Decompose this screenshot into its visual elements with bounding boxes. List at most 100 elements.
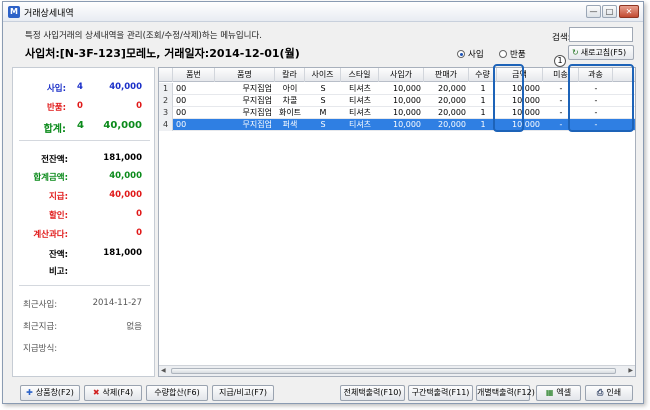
summary-count: 4: [77, 120, 84, 131]
cell-sale-price[interactable]: 20,000: [424, 83, 469, 95]
table-row[interactable]: 3 00 무지집업 화이트 M 티셔츠 10,000 20,000 1 10,000- -: [159, 107, 635, 119]
product-window-button[interactable]: ✚ 상품창(F2): [20, 385, 80, 401]
recent-label: 최근지급:: [23, 322, 58, 332]
summary-label: 사입:: [46, 84, 66, 94]
cell-purchase-price[interactable]: 10,000: [379, 119, 424, 131]
scroll-right-icon[interactable]: ▶: [628, 367, 633, 374]
search-label: 검색:: [552, 33, 571, 43]
divider: [19, 140, 150, 141]
refresh-button[interactable]: ↻ 새로고침(F5): [568, 45, 634, 60]
header-row-number[interactable]: [159, 68, 173, 82]
cell-purchase-price[interactable]: 10,000: [379, 83, 424, 95]
cell-purchase-price[interactable]: 10,000: [379, 107, 424, 119]
scroll-left-icon[interactable]: ◀: [161, 367, 166, 374]
title-bar[interactable]: M 거래상세내역 — □ ✕: [3, 2, 643, 22]
header-purchase-price[interactable]: 사입가: [379, 68, 424, 82]
cell-item-name[interactable]: 무지집업: [215, 119, 275, 131]
header-color[interactable]: 칼라: [275, 68, 305, 82]
radio-purchase[interactable]: 사입: [457, 48, 484, 60]
cell-item-code[interactable]: 00: [173, 119, 215, 131]
cell-size[interactable]: S: [305, 119, 341, 131]
qty-column-highlight: [493, 64, 524, 132]
search-input[interactable]: [569, 27, 633, 42]
cell-item-name[interactable]: 무지집업: [215, 83, 275, 95]
summary-amount: 40,000: [103, 120, 142, 131]
cell-color[interactable]: 퍼색: [275, 119, 305, 131]
cell-sale-price[interactable]: 20,000: [424, 107, 469, 119]
printer-icon: ⎙: [596, 388, 604, 397]
cell-item-name[interactable]: 무지집업: [215, 107, 275, 119]
cell-color[interactable]: 아이: [275, 83, 305, 95]
header-style[interactable]: 스타일: [341, 68, 379, 82]
dialog-window: M 거래상세내역 — □ ✕ 특정 사입거래의 상세내역을 관리(조회/수정/삭…: [2, 1, 644, 404]
summary-label: 합계:: [43, 124, 66, 135]
header-item-code[interactable]: 품번: [173, 68, 215, 82]
header-size[interactable]: 사이즈: [305, 68, 341, 82]
print-each-tags-button[interactable]: 개별택출력(F12): [476, 385, 535, 401]
table-row[interactable]: 2 00 무지집업 차콜 S 티셔츠 10,000 20,000 1 10,000- -: [159, 95, 635, 107]
cell-item-code[interactable]: 00: [173, 95, 215, 107]
balance-label: 합계금액:: [33, 173, 68, 183]
delete-icon: ✖: [92, 388, 100, 397]
balance-label: 지급:: [48, 192, 68, 202]
header-item-name[interactable]: 품명: [215, 68, 275, 82]
delete-button[interactable]: ✖ 삭제(F4): [84, 385, 142, 401]
table-row[interactable]: 1 00 무지집업 아이 S 티셔츠 10,000 20,000 1 10,000- -: [159, 83, 635, 95]
recent-label: 최근사입:: [23, 300, 58, 310]
horizontal-scrollbar[interactable]: ◀ ▶: [159, 365, 635, 376]
cell-size[interactable]: S: [305, 83, 341, 95]
plus-icon: ✚: [26, 388, 33, 397]
cell-sale-price[interactable]: 20,000: [424, 119, 469, 131]
header-sale-price[interactable]: 판매가: [424, 68, 469, 82]
maximize-button[interactable]: □: [602, 5, 617, 18]
print-all-tags-button[interactable]: 전체택출력(F10): [340, 385, 405, 401]
vendor-date-header: 사입처:[N-3F-123]모레노, 거래일자:2014-12-01(월): [25, 47, 300, 60]
radio-dot-on: [457, 50, 465, 58]
radio-return[interactable]: 반품: [499, 48, 526, 60]
balance-label: 계산과다:: [33, 230, 68, 240]
recent-label: 지급방식:: [23, 344, 58, 354]
cell-item-code[interactable]: 00: [173, 107, 215, 119]
scroll-thumb[interactable]: [171, 368, 616, 374]
cell-style[interactable]: 티셔츠: [341, 95, 379, 107]
print-range-tags-button[interactable]: 구간택출력(F11): [408, 385, 473, 401]
summary-amount: 40,000: [109, 82, 142, 92]
balance-label: 잔액:: [48, 250, 68, 260]
cell-row-number[interactable]: 2: [159, 95, 173, 107]
cell-style[interactable]: 티셔츠: [341, 119, 379, 131]
excel-button[interactable]: ▦ 엑셀: [536, 385, 581, 401]
cell-sale-price[interactable]: 20,000: [424, 95, 469, 107]
cell-style[interactable]: 티셔츠: [341, 83, 379, 95]
radio-label: 반품: [510, 50, 526, 60]
detail-grid[interactable]: 품번 품명 칼라 사이즈 스타일 사입가 판매가 수량 금액 미송 과송 1 00 무지집업 아이 S 티셔츠…: [158, 67, 636, 377]
cell-style[interactable]: 티셔츠: [341, 107, 379, 119]
minimize-button[interactable]: —: [586, 5, 601, 18]
cell-row-number[interactable]: 3: [159, 107, 173, 119]
grid-header: 품번 품명 칼라 사이즈 스타일 사입가 판매가 수량 금액 미송 과송: [159, 68, 635, 82]
close-button[interactable]: ✕: [619, 5, 639, 18]
qty-sum-button[interactable]: 수량합산(F6): [146, 385, 208, 401]
cell-color[interactable]: 화이트: [275, 107, 305, 119]
summary-label: 반품:: [46, 103, 66, 113]
payment-memo-button[interactable]: 지급/비고(F7): [212, 385, 274, 401]
cell-color[interactable]: 차콜: [275, 95, 305, 107]
button-label: 엑셀: [556, 388, 572, 397]
balance-label: 할인:: [48, 211, 68, 221]
cell-row-number[interactable]: 1: [159, 83, 173, 95]
callout-badge: 1: [554, 55, 566, 67]
cell-purchase-price[interactable]: 10,000: [379, 95, 424, 107]
radio-label: 사입: [468, 50, 484, 60]
cell-item-code[interactable]: 00: [173, 83, 215, 95]
cell-size[interactable]: M: [305, 107, 341, 119]
print-button[interactable]: ⎙ 인쇄: [585, 385, 633, 401]
menu-description: 특정 사입거래의 상세내역을 관리(조회/수정/삭제)하는 메뉴입니다.: [25, 31, 263, 41]
cell-size[interactable]: S: [305, 95, 341, 107]
cell-row-number[interactable]: 4: [159, 119, 173, 131]
excel-icon: ▦: [545, 388, 554, 397]
refresh-label: 새로고침(F5): [580, 48, 627, 57]
table-row[interactable]: 4 00 무지집업 퍼색 S 티셔츠 10,000 20,000 1 10,000- -: [159, 119, 635, 131]
divider: [19, 285, 150, 286]
refresh-icon: ↻: [572, 48, 579, 57]
cell-item-name[interactable]: 무지집업: [215, 95, 275, 107]
balance-value: 40,000: [109, 190, 142, 200]
